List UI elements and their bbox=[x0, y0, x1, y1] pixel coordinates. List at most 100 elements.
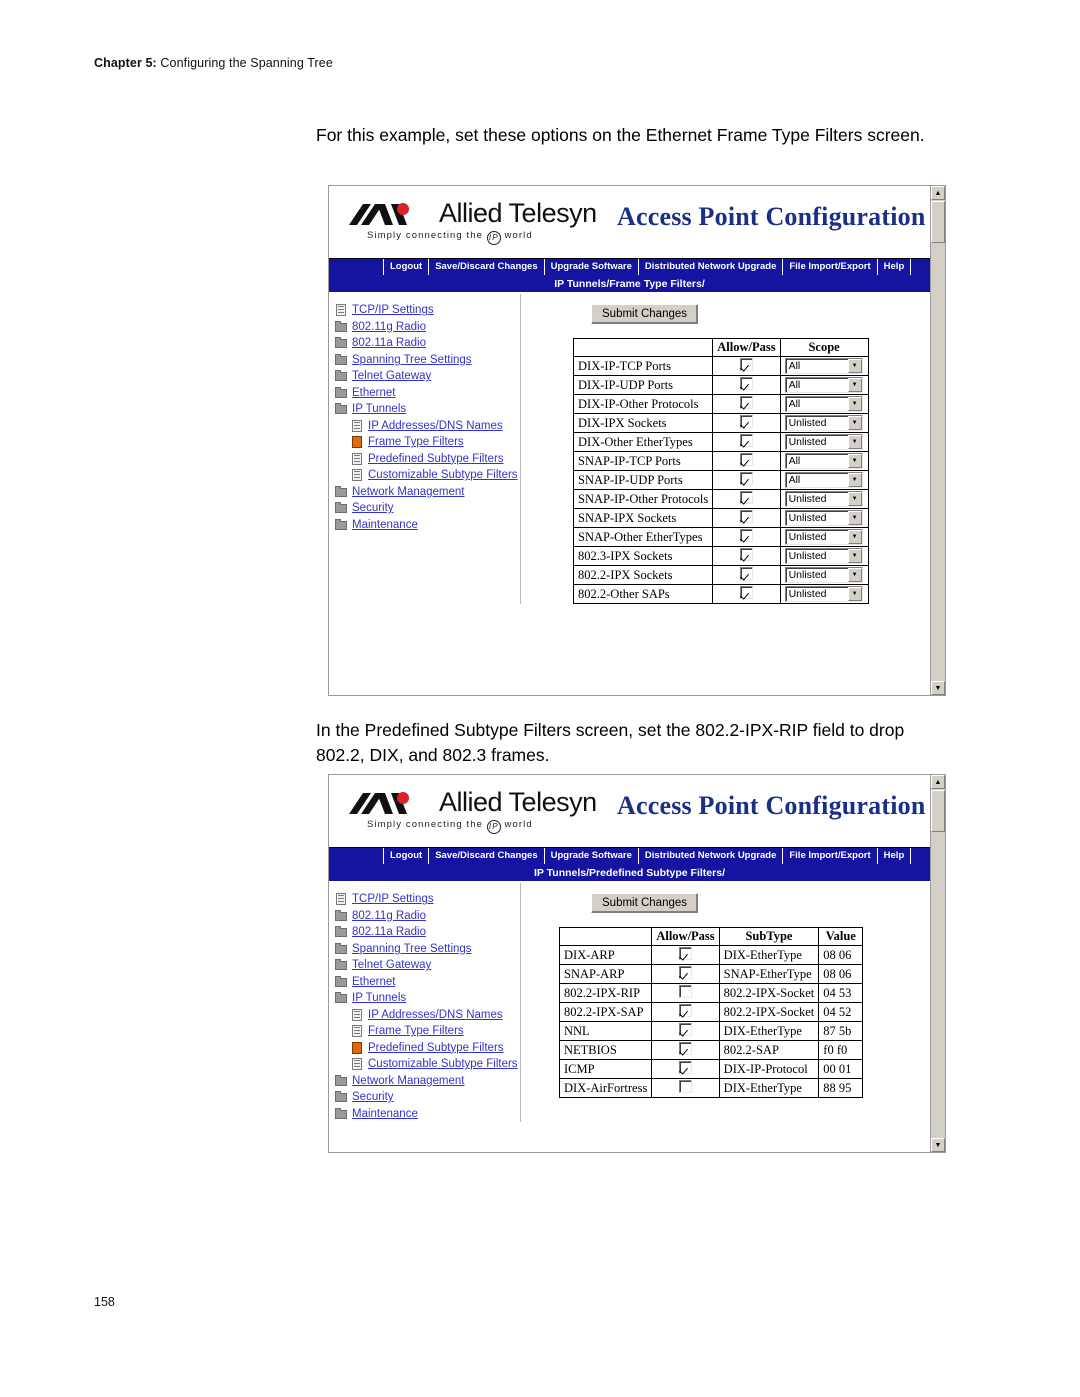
allow-checkbox[interactable] bbox=[739, 548, 753, 561]
allow-checkbox[interactable] bbox=[679, 1023, 692, 1036]
scrollbar-thumb-1[interactable] bbox=[931, 201, 945, 243]
sidebar-label-1-13[interactable]: Maintenance bbox=[352, 519, 418, 531]
sidebar-item-telnet-gateway-1[interactable]: Telnet Gateway bbox=[335, 368, 520, 385]
sidebar-item-ethernet-1[interactable]: Ethernet bbox=[335, 385, 520, 402]
nav-upgrade-software-1[interactable]: Upgrade Software bbox=[545, 259, 639, 275]
sidebar-label-1-8[interactable]: Frame Type Filters bbox=[368, 436, 464, 448]
allow-cell[interactable] bbox=[712, 356, 781, 376]
nav-save-discard-1[interactable]: Save/Discard Changes bbox=[429, 259, 545, 275]
sidebar-item-80211g-radio-1[interactable]: 802.11g Radio bbox=[335, 319, 520, 336]
sidebar-label-2-7[interactable]: IP Addresses/DNS Names bbox=[368, 1009, 503, 1021]
scope-select[interactable]: All ▼ bbox=[784, 377, 863, 393]
scope-cell[interactable]: Unlisted ▼ bbox=[779, 565, 869, 585]
sidebar-item-tcp-ip-settings-2[interactable]: TCP/IP Settings bbox=[335, 891, 520, 908]
scope-cell[interactable]: Unlisted ▼ bbox=[779, 527, 869, 547]
sidebar-item-customizable-subtype-filters-2[interactable]: Customizable Subtype Filters bbox=[335, 1056, 520, 1073]
chevron-down-icon[interactable]: ▼ bbox=[847, 416, 862, 430]
allow-cell[interactable] bbox=[712, 432, 781, 452]
chevron-down-icon[interactable]: ▼ bbox=[847, 454, 862, 468]
sidebar-label-1-6[interactable]: IP Tunnels bbox=[352, 403, 406, 415]
allow-checkbox[interactable] bbox=[739, 434, 753, 447]
chevron-down-icon[interactable]: ▼ bbox=[847, 492, 862, 506]
sidebar-item-predefined-subtype-filters-1[interactable]: Predefined Subtype Filters bbox=[335, 451, 520, 468]
sidebar-label-1-4[interactable]: Telnet Gateway bbox=[352, 370, 431, 382]
sidebar-label-1-12[interactable]: Security bbox=[352, 502, 394, 514]
allow-cell[interactable] bbox=[712, 527, 781, 547]
sidebar-item-tcp-ip-settings-1[interactable]: TCP/IP Settings bbox=[335, 302, 520, 319]
allow-checkbox[interactable] bbox=[739, 567, 753, 580]
sidebar-label-2-5[interactable]: Ethernet bbox=[352, 976, 395, 988]
scope-select[interactable]: All ▼ bbox=[784, 453, 863, 469]
sidebar-item-ethernet-2[interactable]: Ethernet bbox=[335, 974, 520, 991]
scrollbar-thumb-2[interactable] bbox=[931, 790, 945, 832]
scope-cell[interactable]: All ▼ bbox=[779, 375, 869, 395]
scope-cell[interactable]: Unlisted ▼ bbox=[779, 432, 869, 452]
scope-select[interactable]: Unlisted ▼ bbox=[784, 510, 863, 526]
sidebar-item-80211a-radio-2[interactable]: 802.11a Radio bbox=[335, 924, 520, 941]
scope-select[interactable]: Unlisted ▼ bbox=[784, 586, 863, 602]
allow-checkbox[interactable] bbox=[739, 472, 753, 485]
sidebar-item-customizable-subtype-filters-1[interactable]: Customizable Subtype Filters bbox=[335, 467, 520, 484]
sidebar-label-1-3[interactable]: Spanning Tree Settings bbox=[352, 354, 472, 366]
sidebar-item-maintenance-1[interactable]: Maintenance bbox=[335, 517, 520, 534]
sidebar-item-security-2[interactable]: Security bbox=[335, 1089, 520, 1106]
allow-checkbox[interactable] bbox=[739, 358, 753, 371]
sidebar-item-predefined-subtype-filters-2[interactable]: Predefined Subtype Filters bbox=[335, 1040, 520, 1057]
scroll-up-icon[interactable]: ▲ bbox=[931, 775, 945, 789]
scope-cell[interactable]: Unlisted ▼ bbox=[779, 508, 869, 528]
vertical-scrollbar-2[interactable]: ▲ ▼ bbox=[930, 775, 945, 1152]
allow-cell[interactable] bbox=[651, 1021, 720, 1041]
chevron-down-icon[interactable]: ▼ bbox=[847, 568, 862, 582]
vertical-scrollbar-1[interactable]: ▲ ▼ bbox=[930, 186, 945, 695]
allow-checkbox[interactable] bbox=[679, 1004, 692, 1017]
scope-cell[interactable]: All ▼ bbox=[779, 470, 869, 490]
chevron-down-icon[interactable]: ▼ bbox=[847, 530, 862, 544]
sidebar-label-2-2[interactable]: 802.11a Radio bbox=[352, 926, 426, 938]
allow-checkbox[interactable] bbox=[679, 1080, 692, 1093]
sidebar-label-1-1[interactable]: 802.11g Radio bbox=[352, 321, 426, 333]
allow-cell[interactable] bbox=[712, 451, 781, 471]
allow-checkbox[interactable] bbox=[739, 510, 753, 523]
allow-cell[interactable] bbox=[712, 470, 781, 490]
nav-help-1[interactable]: Help bbox=[878, 259, 912, 275]
sidebar-label-1-10[interactable]: Customizable Subtype Filters bbox=[368, 469, 518, 481]
allow-cell[interactable] bbox=[651, 964, 720, 984]
sidebar-item-80211a-radio-1[interactable]: 802.11a Radio bbox=[335, 335, 520, 352]
nav-file-import-export-1[interactable]: File Import/Export bbox=[783, 259, 878, 275]
allow-cell[interactable] bbox=[651, 1002, 720, 1022]
sidebar-label-2-11[interactable]: Network Management bbox=[352, 1075, 465, 1087]
scope-select[interactable]: Unlisted ▼ bbox=[784, 548, 863, 564]
scroll-up-icon[interactable]: ▲ bbox=[931, 186, 945, 200]
chevron-down-icon[interactable]: ▼ bbox=[847, 549, 862, 563]
chevron-down-icon[interactable]: ▼ bbox=[847, 587, 862, 601]
nav-upgrade-software-2[interactable]: Upgrade Software bbox=[545, 848, 639, 864]
scope-select[interactable]: Unlisted ▼ bbox=[784, 491, 863, 507]
sidebar-item-spanning-tree-settings-2[interactable]: Spanning Tree Settings bbox=[335, 941, 520, 958]
scope-cell[interactable]: Unlisted ▼ bbox=[779, 413, 869, 433]
chevron-down-icon[interactable]: ▼ bbox=[847, 359, 862, 373]
allow-checkbox[interactable] bbox=[739, 586, 753, 599]
chevron-down-icon[interactable]: ▼ bbox=[847, 378, 862, 392]
allow-checkbox[interactable] bbox=[679, 947, 692, 960]
allow-cell[interactable] bbox=[712, 375, 781, 395]
sidebar-item-network-management-1[interactable]: Network Management bbox=[335, 484, 520, 501]
allow-checkbox[interactable] bbox=[739, 415, 753, 428]
nav-distributed-upgrade-1[interactable]: Distributed Network Upgrade bbox=[639, 259, 784, 275]
scope-cell[interactable]: All ▼ bbox=[779, 451, 869, 471]
nav-save-discard-2[interactable]: Save/Discard Changes bbox=[429, 848, 545, 864]
scope-cell[interactable]: Unlisted ▼ bbox=[779, 489, 869, 509]
nav-logout-2[interactable]: Logout bbox=[383, 848, 430, 864]
allow-checkbox[interactable] bbox=[739, 529, 753, 542]
chevron-down-icon[interactable]: ▼ bbox=[847, 511, 862, 525]
scroll-down-icon[interactable]: ▼ bbox=[931, 681, 945, 695]
allow-checkbox[interactable] bbox=[739, 491, 753, 504]
chevron-down-icon[interactable]: ▼ bbox=[847, 473, 862, 487]
sidebar-label-2-1[interactable]: 802.11g Radio bbox=[352, 910, 426, 922]
sidebar-item-spanning-tree-settings-1[interactable]: Spanning Tree Settings bbox=[335, 352, 520, 369]
sidebar-label-2-4[interactable]: Telnet Gateway bbox=[352, 959, 431, 971]
chevron-down-icon[interactable]: ▼ bbox=[847, 435, 862, 449]
allow-checkbox[interactable] bbox=[679, 1061, 692, 1074]
allow-checkbox[interactable] bbox=[739, 377, 753, 390]
allow-cell[interactable] bbox=[712, 508, 781, 528]
scope-select[interactable]: All ▼ bbox=[784, 472, 863, 488]
